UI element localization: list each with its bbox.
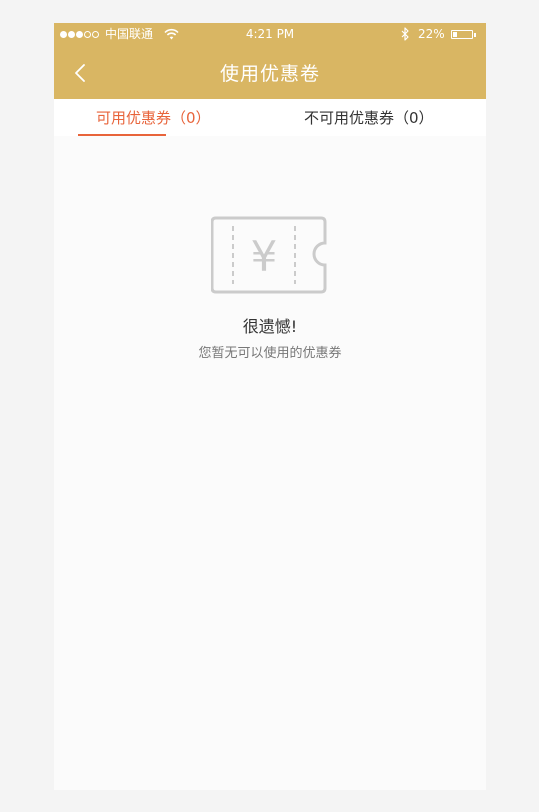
page-title: 使用优惠卷 [219, 63, 320, 85]
header: 中国联通 4:21 PM 22% 使用优惠卷 [54, 23, 486, 99]
svg-text:¥: ¥ [251, 232, 278, 281]
coupon-tabs: 可用优惠券（0） 不可用优惠券（0） [54, 99, 486, 136]
tab-available-coupons[interactable]: 可用优惠券（0） [54, 99, 270, 136]
battery-percent: 22% [418, 27, 445, 41]
tab-available-label: 可用优惠券（0） [96, 109, 211, 127]
tab-unavailable-label: 不可用优惠券（0） [304, 109, 434, 127]
coupon-ticket-yen-icon: ¥ [211, 216, 327, 294]
bluetooth-icon [400, 27, 410, 41]
phone-screen: 中国联通 4:21 PM 22% 使用优惠卷 可用优惠券（0） 不可用优惠券（0… [54, 23, 486, 790]
empty-state-title: 很遗憾! [242, 317, 298, 336]
nav-bar: 使用优惠卷 [54, 45, 486, 99]
empty-state: ¥ 很遗憾! 您暂无可以使用的优惠券 [54, 136, 486, 790]
battery-icon [451, 30, 473, 39]
battery-level-fill [453, 32, 457, 37]
battery-cap [474, 33, 476, 37]
empty-state-description: 您暂无可以使用的优惠券 [198, 346, 342, 361]
status-bar: 中国联通 4:21 PM 22% [54, 23, 486, 45]
tab-unavailable-coupons[interactable]: 不可用优惠券（0） [270, 99, 486, 136]
